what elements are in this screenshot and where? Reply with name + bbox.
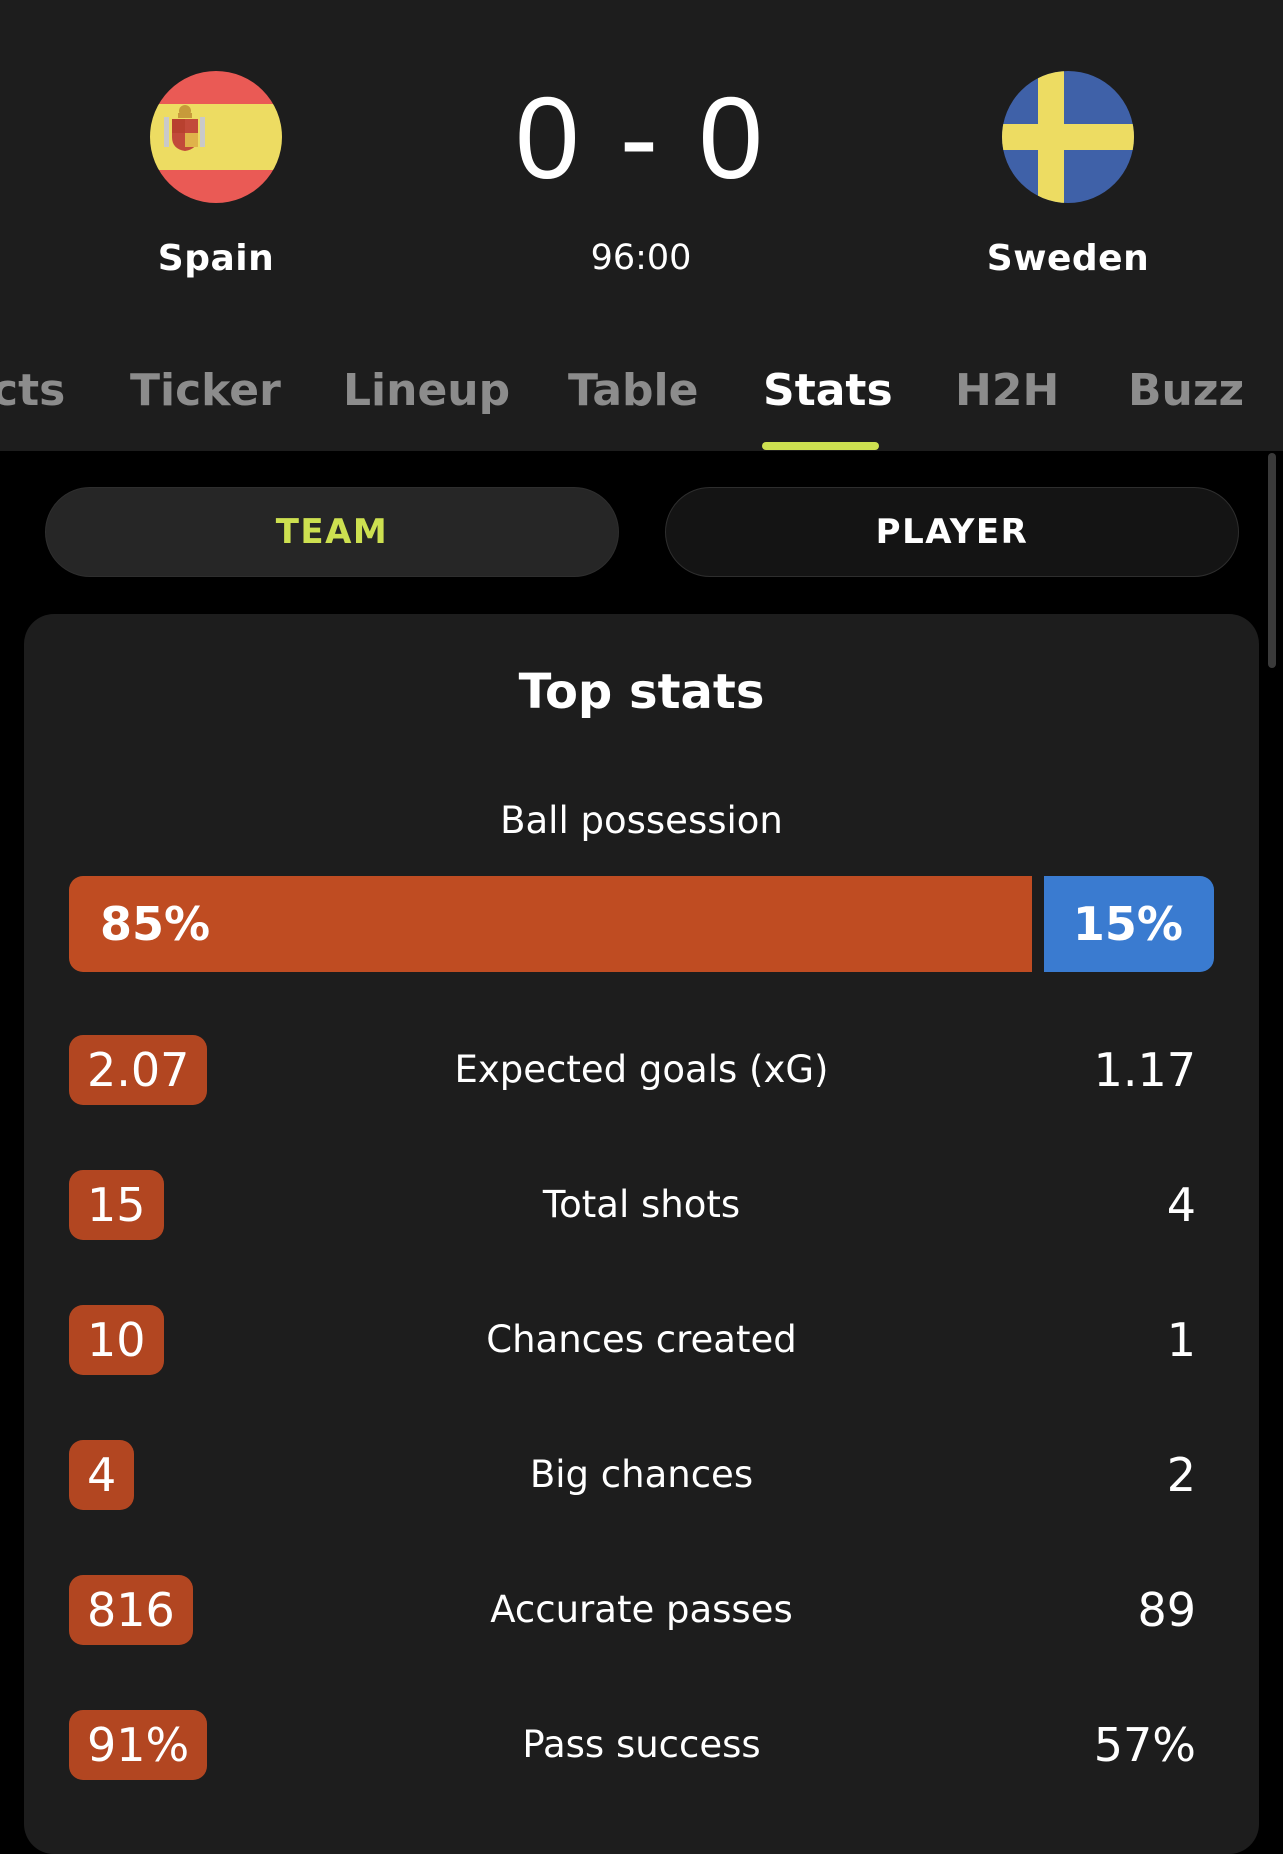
stat-home-value: 816 bbox=[69, 1575, 193, 1645]
tab-buzz[interactable]: Buzz bbox=[1128, 365, 1244, 416]
tab-facts[interactable]: cts bbox=[0, 365, 65, 416]
away-team-name[interactable]: Sweden bbox=[918, 238, 1218, 279]
match-score: 0 - 0 bbox=[514, 73, 768, 203]
sweden-flag-icon[interactable] bbox=[1002, 71, 1134, 203]
stat-away-value: 4 bbox=[1166, 1178, 1196, 1232]
stat-home-value: 91% bbox=[69, 1710, 208, 1780]
stat-label: Expected goals (xG) bbox=[454, 1048, 829, 1091]
scrollbar-thumb[interactable] bbox=[1268, 453, 1276, 668]
possession-home-bar: 85% bbox=[69, 876, 1032, 972]
possession-away-bar: 15% bbox=[1044, 876, 1214, 972]
tab-table[interactable]: Table bbox=[568, 365, 698, 416]
stat-label: Big chances bbox=[529, 1453, 754, 1496]
stat-label: Accurate passes bbox=[490, 1588, 793, 1631]
stat-label: Total shots bbox=[542, 1183, 741, 1226]
stat-home-value: 15 bbox=[69, 1170, 164, 1240]
spain-flag-icon[interactable] bbox=[150, 71, 282, 203]
stat-away-value: 57% bbox=[1093, 1718, 1196, 1772]
player-toggle-button[interactable]: PLAYER bbox=[665, 487, 1239, 577]
stat-row: 4 Big chances 2 bbox=[69, 1440, 1214, 1510]
tab-lineup[interactable]: Lineup bbox=[343, 365, 510, 416]
card-title: Top stats bbox=[518, 664, 765, 720]
stat-row: 91% Pass success 57% bbox=[69, 1710, 1214, 1780]
active-tab-indicator bbox=[762, 442, 879, 450]
top-stats-card: Top stats Ball possession 85% 15% 2.07 E… bbox=[24, 614, 1259, 1854]
stat-row: 10 Chances created 1 bbox=[69, 1305, 1214, 1375]
stat-away-value: 89 bbox=[1137, 1583, 1196, 1637]
match-tabs: cts Ticker Lineup Table Stats H2H Buzz bbox=[0, 345, 1283, 451]
stat-row: 816 Accurate passes 89 bbox=[69, 1575, 1214, 1645]
team-toggle-button[interactable]: TEAM bbox=[45, 487, 619, 577]
stat-away-value: 1 bbox=[1166, 1313, 1196, 1367]
stat-home-value: 4 bbox=[69, 1440, 135, 1510]
stat-home-value: 10 bbox=[69, 1305, 164, 1375]
match-header: Spain 0 - 0 96:00 Sweden cts Ticker Line… bbox=[0, 0, 1283, 451]
home-team-name[interactable]: Spain bbox=[66, 238, 366, 279]
stat-row: 15 Total shots 4 bbox=[69, 1170, 1214, 1240]
tab-stats[interactable]: Stats bbox=[763, 365, 893, 416]
stat-label: Chances created bbox=[486, 1318, 797, 1361]
stat-away-value: 2 bbox=[1166, 1448, 1196, 1502]
tab-ticker[interactable]: Ticker bbox=[130, 365, 281, 416]
possession-label: Ball possession bbox=[500, 799, 783, 842]
stat-home-value: 2.07 bbox=[69, 1035, 208, 1105]
stat-label: Pass success bbox=[522, 1723, 761, 1766]
stat-away-value: 1.17 bbox=[1093, 1043, 1196, 1097]
stat-row: 2.07 Expected goals (xG) 1.17 bbox=[69, 1035, 1214, 1105]
tab-h2h[interactable]: H2H bbox=[955, 365, 1059, 416]
match-time: 96:00 bbox=[590, 238, 692, 278]
